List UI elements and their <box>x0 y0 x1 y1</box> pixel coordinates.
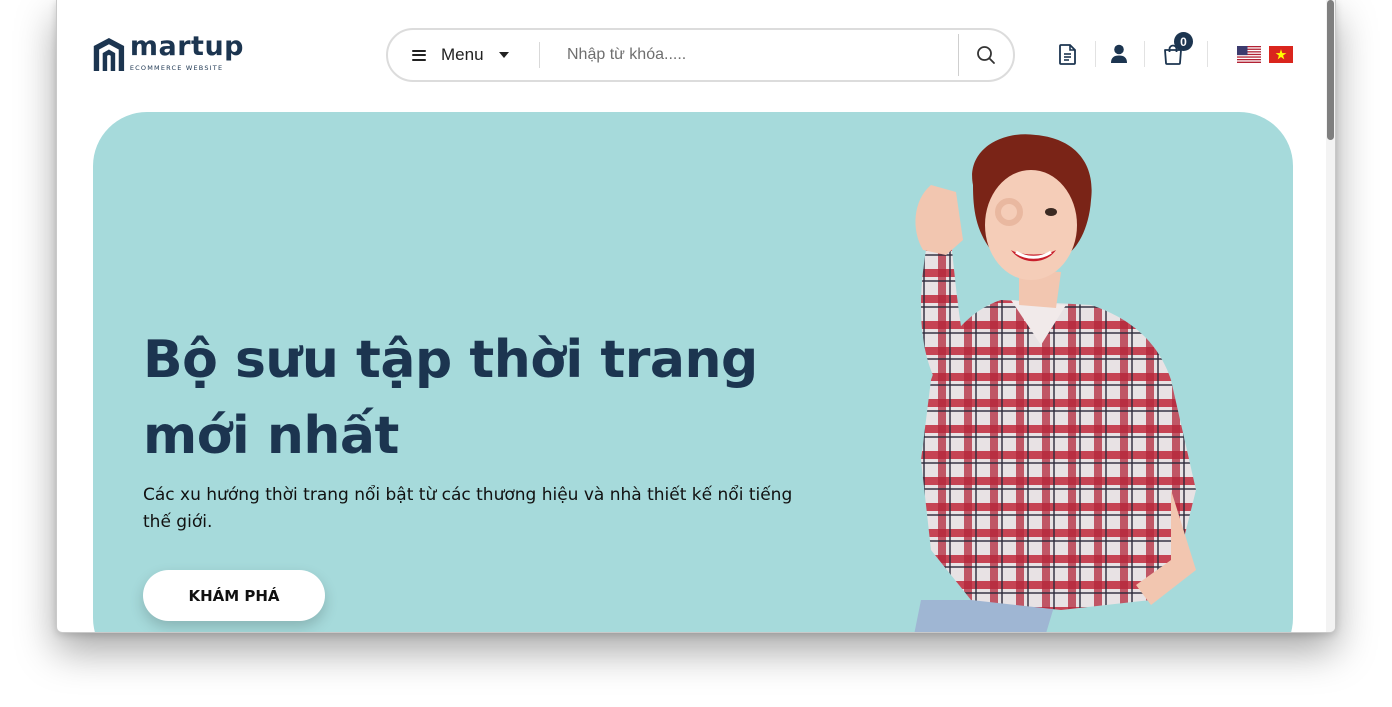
logo-mark-icon <box>93 37 125 71</box>
vn-flag-icon[interactable] <box>1269 46 1293 63</box>
search-button[interactable] <box>959 30 1013 80</box>
hero-subtitle: Các xu hướng thời trang nổi bật từ các t… <box>143 485 793 532</box>
logo-name: martup <box>129 31 244 62</box>
header-divider <box>1095 41 1096 67</box>
hamburger-icon <box>412 49 426 61</box>
orders-button[interactable] <box>1051 38 1083 70</box>
scrollbar-track[interactable] <box>1326 0 1335 632</box>
hero-banner: Bộ sưu tập thời trang mới nhất Các xu hư… <box>93 112 1293 632</box>
cart-count-badge: 0 <box>1174 32 1193 51</box>
user-icon <box>1111 44 1127 63</box>
cart-button[interactable]: 0 <box>1157 32 1193 70</box>
logo-tagline: ECOMMERCE WEBSITE <box>129 64 224 72</box>
search-input[interactable] <box>540 30 958 80</box>
browser-window: martup ECOMMERCE WEBSITE Menu Nhập từ kh… <box>56 0 1336 633</box>
scrollbar-thumb[interactable] <box>1327 0 1334 140</box>
menu-label: Menu <box>441 45 484 64</box>
search-icon <box>977 46 995 64</box>
caret-down-icon <box>498 52 509 58</box>
header-divider <box>1144 41 1145 67</box>
document-icon <box>1058 43 1076 65</box>
account-button[interactable] <box>1103 38 1135 70</box>
menu-button[interactable]: Menu <box>388 30 539 80</box>
explore-button[interactable]: KHÁM PHÁ <box>143 570 325 621</box>
hero-title: Bộ sưu tập thời trang mới nhất <box>143 330 758 466</box>
site-logo[interactable]: martup ECOMMERCE WEBSITE <box>92 33 244 77</box>
hero-model-image <box>914 134 1196 632</box>
en-us-flag-icon[interactable] <box>1237 46 1261 63</box>
search-bar: Menu <box>386 28 1015 82</box>
header-divider <box>1207 41 1208 67</box>
